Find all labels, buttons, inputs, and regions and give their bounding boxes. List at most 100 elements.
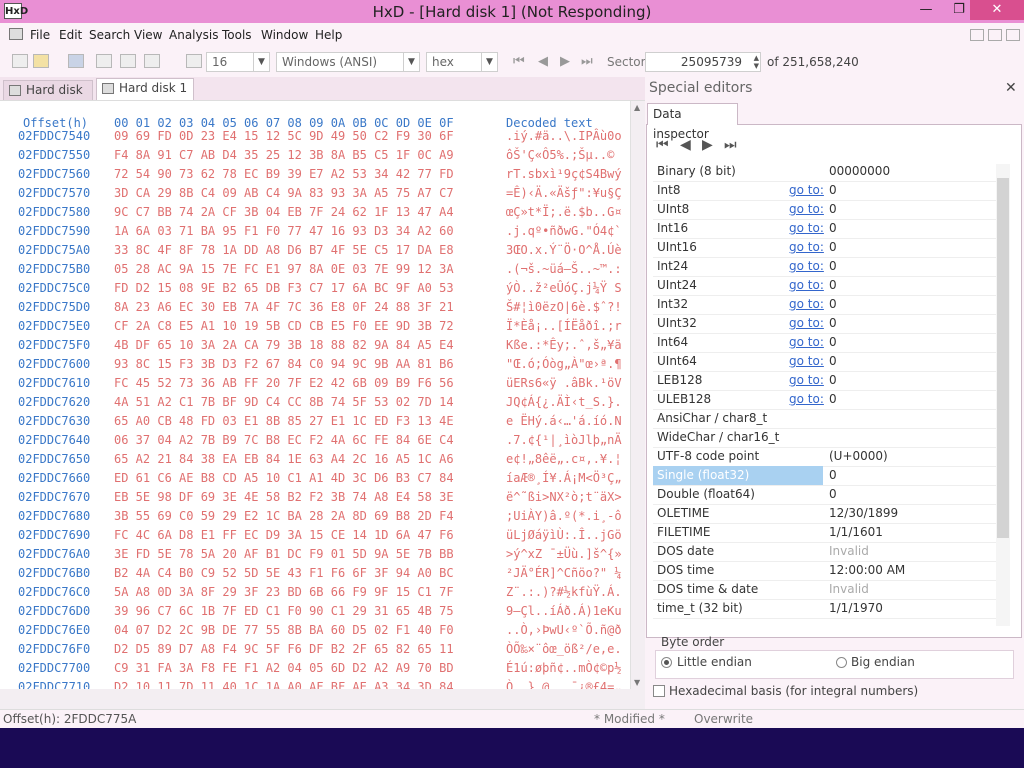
- menu-analysis[interactable]: Analysis: [169, 28, 218, 42]
- inspector-value[interactable]: 0: [829, 257, 837, 276]
- hex-row[interactable]: 02FDDC76E0 04 07 D2 2C 9B DE 77 55 8B BA …: [0, 623, 630, 642]
- inspector-row[interactable]: Binary (8 bit) 00000000: [653, 162, 996, 182]
- tab-hard-disk-1-active[interactable]: Hard disk 1: [96, 78, 194, 101]
- row-hex-bytes[interactable]: CF 2A C8 E5 A1 10 19 5B CD CB E5 F0 EE 9…: [114, 319, 454, 333]
- row-decoded-text[interactable]: 9–Çl..íÁð.Á)1eKu: [506, 604, 622, 618]
- hex-row[interactable]: 02FDDC7570 3D CA 29 8B C4 09 AB C4 9A 83 …: [0, 186, 630, 205]
- previous-sector-icon[interactable]: ◀: [538, 54, 548, 69]
- next-sector-icon[interactable]: ▶: [560, 54, 570, 69]
- hex-row[interactable]: 02FDDC75F0 4B DF 65 10 3A 2A CA 79 3B 18 …: [0, 338, 630, 357]
- goto-link[interactable]: go to:: [789, 352, 824, 371]
- inspector-value[interactable]: 12/30/1899: [829, 504, 898, 523]
- first-sector-icon[interactable]: ⏮: [513, 54, 525, 69]
- copy-icon[interactable]: [120, 54, 136, 68]
- inspector-value[interactable]: 12:00:00 AM: [829, 561, 905, 580]
- horizontal-scrollbar[interactable]: [0, 689, 645, 709]
- row-decoded-text[interactable]: œÇ»t*Ï;.ë.$b..G¤: [506, 205, 622, 219]
- data-inspector-table[interactable]: Binary (8 bit) 00000000 Int8 go to: 0 UInt8 go…: [653, 162, 996, 627]
- new-file-icon[interactable]: [12, 54, 28, 68]
- inspector-value[interactable]: 0: [829, 219, 837, 238]
- inspector-row[interactable]: UInt8 go to: 0: [653, 200, 996, 220]
- inspector-value[interactable]: 0: [829, 238, 837, 257]
- bytes-per-row-select[interactable]: 16 ▼: [206, 52, 270, 72]
- inspector-row[interactable]: UInt64 go to: 0: [653, 352, 996, 372]
- hex-row[interactable]: 02FDDC75B0 05 28 AC 9A 15 7E FC E1 97 8A …: [0, 262, 630, 281]
- inspector-row[interactable]: DOS date Invalid: [653, 542, 996, 562]
- menu-search[interactable]: Search: [89, 28, 130, 42]
- inspector-value[interactable]: 00000000: [829, 162, 890, 181]
- inspector-value[interactable]: 0: [829, 466, 837, 485]
- hex-row[interactable]: 02FDDC75D0 8A 23 A6 EC 30 EB 7A 4F 7C 36 …: [0, 300, 630, 319]
- row-hex-bytes[interactable]: 8A 23 A6 EC 30 EB 7A 4F 7C 36 E8 0F 24 8…: [114, 300, 454, 314]
- inspector-value[interactable]: 0: [829, 485, 837, 504]
- charset-select[interactable]: Windows (ANSI) ▼: [276, 52, 420, 72]
- row-hex-bytes[interactable]: 09 69 FD 0D 23 E4 15 12 5C 9D 49 50 C2 F…: [114, 129, 454, 143]
- scroll-down-icon[interactable]: ▼: [634, 678, 640, 687]
- last-icon[interactable]: ⏭: [724, 137, 737, 153]
- row-hex-bytes[interactable]: D2 D5 89 D7 A8 F4 9C 5F F6 DF B2 2F 65 8…: [114, 642, 454, 656]
- scroll-thumb[interactable]: [997, 178, 1009, 538]
- hex-row[interactable]: 02FDDC7560 72 54 90 73 62 78 EC B9 39 E7 …: [0, 167, 630, 186]
- row-hex-bytes[interactable]: 4A 51 A2 C1 7B BF 9D C4 CC 8B 74 5F 53 0…: [114, 395, 454, 409]
- hex-row[interactable]: 02FDDC7680 3B 55 69 C0 59 29 E2 1C BA 28 …: [0, 509, 630, 528]
- row-decoded-text[interactable]: 3ŒO.x.Ý¨Ö·O^Å.Úè: [506, 243, 622, 257]
- goto-link[interactable]: go to:: [789, 276, 824, 295]
- hex-row[interactable]: 02FDDC7650 65 A2 21 84 38 EA EB 84 1E 63 …: [0, 452, 630, 471]
- goto-link[interactable]: go to:: [789, 314, 824, 333]
- goto-link[interactable]: go to:: [789, 390, 824, 409]
- goto-link[interactable]: go to:: [789, 295, 824, 314]
- previous-icon[interactable]: ◀: [680, 137, 691, 153]
- row-decoded-text[interactable]: ²JÄ°ÉR]^Cñöo?" ¼: [506, 566, 622, 580]
- goto-link[interactable]: go to:: [789, 200, 824, 219]
- hex-row[interactable]: 02FDDC75C0 FD D2 15 08 9E B2 65 DB F3 C7 …: [0, 281, 630, 300]
- mdi-close-icon[interactable]: [1006, 29, 1020, 41]
- chevron-down-icon[interactable]: ▼: [481, 53, 497, 71]
- inspector-row[interactable]: ULEB128 go to: 0: [653, 390, 996, 410]
- hex-row[interactable]: 02FDDC7610 FC 45 52 73 36 AB FF 20 7F E2 …: [0, 376, 630, 395]
- row-hex-bytes[interactable]: 9C C7 BB 74 2A CF 3B 04 EB 7F 24 62 1F 1…: [114, 205, 454, 219]
- row-hex-bytes[interactable]: 05 28 AC 9A 15 7E FC E1 97 8A 0E 03 7E 9…: [114, 262, 454, 276]
- row-decoded-text[interactable]: JQ¢Á{¿.ÄÌ‹t_S.}.: [506, 395, 622, 409]
- row-decoded-text[interactable]: Ï*Èå¡..[ÍËåðî.;r: [506, 319, 622, 333]
- row-hex-bytes[interactable]: F4 8A 91 C7 AB D4 35 25 12 3B 8A B5 C5 1…: [114, 148, 454, 162]
- inspector-row[interactable]: LEB128 go to: 0: [653, 371, 996, 391]
- mdi-restore-icon[interactable]: [988, 29, 1002, 41]
- inspector-row[interactable]: Double (float64) 0: [653, 485, 996, 505]
- row-hex-bytes[interactable]: FC 4C 6A D8 E1 FF EC D9 3A 15 CE 14 1D 6…: [114, 528, 454, 542]
- inspector-row[interactable]: UInt32 go to: 0: [653, 314, 996, 334]
- hex-row[interactable]: 02FDDC7550 F4 8A 91 C7 AB D4 35 25 12 3B …: [0, 148, 630, 167]
- save-icon[interactable]: [68, 54, 84, 68]
- hex-row[interactable]: 02FDDC7640 06 37 04 A2 7B B9 7C B8 EC F2 …: [0, 433, 630, 452]
- row-decoded-text[interactable]: >ý^xZ ¯±Üù.]š^{»: [506, 547, 622, 561]
- menu-edit[interactable]: Edit: [59, 28, 82, 42]
- goto-link[interactable]: go to:: [789, 371, 824, 390]
- sector-input[interactable]: 25095739 ▲ ▼: [645, 52, 761, 72]
- inspector-row[interactable]: DOS time 12:00:00 AM: [653, 561, 996, 581]
- mdi-minimize-icon[interactable]: [970, 29, 984, 41]
- close-button[interactable]: ✕: [970, 0, 1024, 20]
- inspector-value[interactable]: 1/1/1970: [829, 599, 883, 618]
- row-decoded-text[interactable]: ;UiÀY)â.º(*.i¸-ô: [506, 509, 622, 523]
- row-decoded-text[interactable]: üLjØáÿìÙ:.Î..jGö: [506, 528, 622, 542]
- goto-link[interactable]: go to:: [789, 181, 824, 200]
- menu-tools[interactable]: Tools: [222, 28, 252, 42]
- maximize-button[interactable]: ❐: [945, 0, 973, 20]
- inspector-value[interactable]: 0: [829, 295, 837, 314]
- scroll-up-icon[interactable]: ▲: [634, 103, 640, 112]
- menu-view[interactable]: View: [134, 28, 162, 42]
- chevron-down-icon[interactable]: ▼: [403, 53, 419, 71]
- row-hex-bytes[interactable]: 72 54 90 73 62 78 EC B9 39 E7 A2 53 34 4…: [114, 167, 454, 181]
- hex-row[interactable]: 02FDDC76A0 3E FD 5E 78 5A 20 AF B1 DC F9 …: [0, 547, 630, 566]
- paste-icon[interactable]: [144, 54, 160, 68]
- inspector-value[interactable]: 0: [829, 314, 837, 333]
- vertical-scrollbar[interactable]: ▲ ▼: [630, 101, 646, 689]
- inspector-row[interactable]: time_t (32 bit) 1/1/1970: [653, 599, 996, 619]
- inspector-value[interactable]: 0: [829, 333, 837, 352]
- row-hex-bytes[interactable]: 39 96 C7 6C 1B 7F ED C1 F0 90 C1 29 31 6…: [114, 604, 454, 618]
- hex-row[interactable]: 02FDDC7540 09 69 FD 0D 23 E4 15 12 5C 9D …: [0, 129, 630, 148]
- row-hex-bytes[interactable]: 65 A2 21 84 38 EA EB 84 1E 63 A4 2C 16 A…: [114, 452, 454, 466]
- display-mode-select[interactable]: hex ▼: [426, 52, 498, 72]
- inspector-row[interactable]: AnsiChar / char8_t: [653, 409, 996, 429]
- row-hex-bytes[interactable]: 3E FD 5E 78 5A 20 AF B1 DC F9 01 5D 9A 5…: [114, 547, 454, 561]
- row-hex-bytes[interactable]: 4B DF 65 10 3A 2A CA 79 3B 18 88 82 9A 8…: [114, 338, 454, 352]
